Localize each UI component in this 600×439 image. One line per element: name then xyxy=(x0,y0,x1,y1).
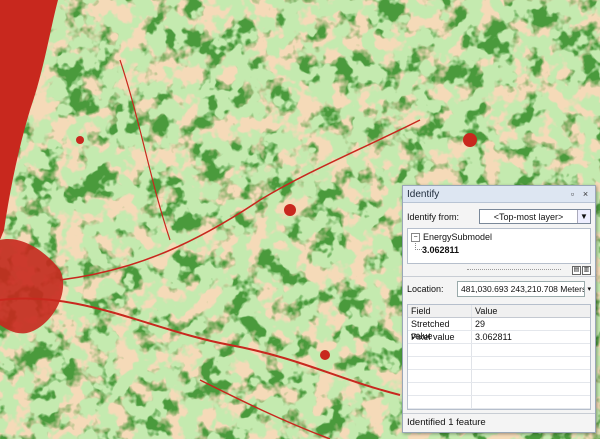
table-row[interactable]: Stretched value 29 xyxy=(408,318,590,341)
table-row-empty xyxy=(408,344,590,357)
location-field[interactable]: 481,030.693 243,210.708 Meters xyxy=(457,281,586,297)
tree-node-value[interactable]: 3.062811 xyxy=(422,245,459,255)
identify-window[interactable]: Identify ▫ × Identify from: <Top-most la… xyxy=(402,185,596,433)
pin-icon[interactable]: ▾ xyxy=(587,285,591,293)
table-row-empty xyxy=(408,370,590,383)
tree-connector xyxy=(415,241,422,250)
table-row-empty xyxy=(408,383,590,396)
tree-layer-label: EnergySubmodel xyxy=(423,232,493,242)
urban-spot xyxy=(463,133,477,147)
splitter-grip xyxy=(467,269,561,270)
header-value[interactable]: Value xyxy=(472,305,590,317)
identify-from-value: <Top-most layer> xyxy=(493,211,564,222)
location-row: Location: 481,030.693 243,210.708 Meters… xyxy=(403,276,595,301)
view-toggle[interactable]: ▤ ▥ xyxy=(571,266,591,275)
urban-spot xyxy=(76,136,84,144)
identify-titlebar[interactable]: Identify ▫ × xyxy=(403,186,595,203)
view-b-icon[interactable]: ▥ xyxy=(582,266,591,275)
results-tree[interactable]: − EnergySubmodel 3.062811 xyxy=(407,228,591,264)
location-label: Location: xyxy=(407,284,444,294)
panel-splitter[interactable]: ▤ ▥ xyxy=(407,266,591,275)
table-row[interactable]: Pixel value 3.062811 xyxy=(408,331,590,344)
attribute-grid[interactable]: Field Value Stretched value 29 Pixel val… xyxy=(407,304,591,410)
status-bar: Identified 1 feature xyxy=(403,413,595,432)
view-a-icon[interactable]: ▤ xyxy=(572,266,581,275)
tree-node-layer[interactable]: − EnergySubmodel xyxy=(411,232,492,242)
close-icon[interactable]: × xyxy=(580,189,591,200)
cell-field: Stretched value xyxy=(408,318,472,341)
cell-field: Pixel value xyxy=(408,331,472,343)
identify-from-row: Identify from: <Top-most layer> ▼ xyxy=(403,203,595,228)
urban-spot xyxy=(284,204,296,216)
identify-from-dropdown[interactable]: <Top-most layer> ▼ xyxy=(479,209,591,224)
window-title: Identify xyxy=(407,188,440,200)
cell-value: 3.062811 xyxy=(475,332,512,342)
restore-icon[interactable]: ▫ xyxy=(567,189,578,200)
urban-spot xyxy=(320,350,330,360)
chevron-down-icon[interactable]: ▼ xyxy=(577,210,590,223)
table-row-empty xyxy=(408,396,590,409)
identify-from-label: Identify from: xyxy=(407,211,460,222)
header-field[interactable]: Field xyxy=(408,305,472,317)
grid-header: Field Value xyxy=(408,305,590,318)
cell-value: 29 xyxy=(475,319,486,329)
table-row-empty xyxy=(408,357,590,370)
